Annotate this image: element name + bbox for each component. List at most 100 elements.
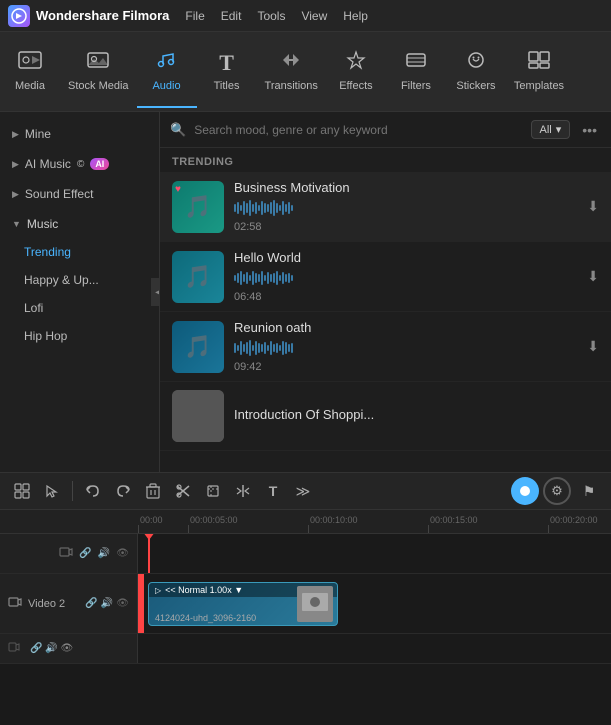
toolbar-media[interactable]: Media [0,36,60,108]
toolbar-divider-1 [72,481,73,501]
search-bar: 🔍 All ▾ ••• [160,112,611,148]
music-item-reunion-oath[interactable]: 🎵 Reunion oath 09:42 ⬇ [160,312,611,382]
timeline-ruler: 00:00 00:00:05:00 00:00:10:00 00:00:15:0… [0,510,611,534]
menu-help[interactable]: Help [343,9,368,23]
filter-chevron-icon: ▾ [556,123,562,136]
timeline-flag-button[interactable]: ⚑ [575,477,603,505]
mine-label: Mine [25,127,51,141]
crop-button[interactable] [199,477,227,505]
undo-button[interactable] [79,477,107,505]
sound-icon-empty[interactable]: 🔊 [98,548,110,559]
toolbar-stickers[interactable]: Stickers [446,36,506,108]
music-waveform-3 [234,339,577,357]
search-input[interactable] [194,123,522,137]
menu-view[interactable]: View [301,9,327,23]
toolbar-templates-label: Templates [514,80,564,92]
eye-icon-empty[interactable]: 👁 [116,548,129,559]
music-title-4: Introduction Of Shoppi... [234,407,599,422]
toolbar-effects[interactable]: Effects [326,36,386,108]
track-content-empty-2 [138,634,611,663]
sidebar-item-music[interactable]: ▼ Music [0,210,159,238]
sound-v3[interactable]: 🔊 [45,643,57,654]
note-icon-2: 🎵 [184,264,211,290]
sidebar-item-trending[interactable]: Trending [0,238,159,266]
top-menubar: Wondershare Filmora File Edit Tools View… [0,0,611,32]
toolbar-transitions-label: Transitions [265,80,318,92]
cut-button[interactable] [169,477,197,505]
toolbar-filters[interactable]: Filters [386,36,446,108]
sidebar-item-lofi[interactable]: Lofi [0,294,159,322]
scene-detect-button[interactable] [8,477,36,505]
music-info-4: Introduction Of Shoppi... [234,407,599,426]
music-info-2: Hello World 06:48 [234,250,577,303]
sidebar-item-mine[interactable]: ▶ Mine [0,120,159,148]
redo-button[interactable] [109,477,137,505]
ruler-label-3: 00:00:15:00 [428,515,478,525]
toolbar-titles[interactable]: T Titles [197,36,257,108]
toolbar-templates[interactable]: Templates [506,36,572,108]
select-tool-button[interactable] [38,477,66,505]
clip-thumbnail [297,586,333,622]
search-more-button[interactable]: ••• [578,122,601,138]
ai-music-arrow: ▶ [12,159,19,170]
menu-tools[interactable]: Tools [257,9,285,23]
main-content: ▶ Mine ▶ AI Music © AI ▶ Sound Effect ▼ … [0,112,611,472]
music-thumb-2: 🎵 [172,251,224,303]
sidebar-collapse-button[interactable]: ◀ [151,278,160,306]
music-duration-2: 06:48 [234,291,577,303]
link-icon-empty[interactable]: 🔗 [79,548,91,559]
track-header-video2: Video 2 🔗 🔊 👁 [0,574,138,633]
download-icon-3[interactable]: ⬇ [587,338,599,355]
music-list: ♥ 🎵 Business Motivation 02:58 ⬇ 🎵 [160,172,611,472]
music-submenu: Trending Happy & Up... Lofi Hip Hop [0,238,159,350]
music-title-3: Reunion oath [234,320,577,335]
video2-track-controls: 🔗 🔊 👁 [85,598,129,609]
download-icon-2[interactable]: ⬇ [587,268,599,285]
sidebar-section-ai-music: ▶ AI Music © AI [0,150,159,178]
eye-v3[interactable]: 👁 [60,643,73,654]
menu-edit[interactable]: Edit [221,9,242,23]
search-filter-dropdown[interactable]: All ▾ [531,120,571,139]
toolbar-media-label: Media [15,80,45,92]
media-icon [18,50,42,76]
delete-button[interactable] [139,477,167,505]
download-icon-1[interactable]: ⬇ [587,198,599,215]
music-title-1: Business Motivation [234,180,577,195]
ruler-mark-0: 00:00 [138,515,148,533]
link-icon-v2[interactable]: 🔗 [85,598,97,609]
link-v3[interactable]: 🔗 [30,643,42,654]
toolbar: Media Stock Media Audio T Titles Transit… [0,32,611,112]
sidebar-item-ai-music[interactable]: ▶ AI Music © AI [0,150,159,178]
sidebar-section-mine: ▶ Mine [0,120,159,148]
sidebar-item-happy-up[interactable]: Happy & Up... [0,266,159,294]
ai-music-icon: © [77,159,84,170]
toolbar-stock-media[interactable]: Stock Media [60,36,137,108]
filters-icon [404,50,428,76]
track-row-empty-1: 🔗 🔊 👁 [0,534,611,574]
music-item-intro-shopping[interactable]: Introduction Of Shoppi... [160,382,611,451]
sidebar-item-hip-hop[interactable]: Hip Hop [0,322,159,350]
track-icon-video2-controls [59,545,73,562]
sidebar-item-sound-effect[interactable]: ▶ Sound Effect [0,180,159,208]
menu-file[interactable]: File [185,9,204,23]
toolbar-transitions[interactable]: Transitions [257,36,326,108]
ruler-marks: 00:00 00:00:05:00 00:00:10:00 00:00:15:0… [138,510,611,533]
video2-track-icon [8,595,22,612]
more-tools-button[interactable]: ≫ [289,477,317,505]
toolbar-audio[interactable]: Audio [137,36,197,108]
search-icon: 🔍 [170,122,186,138]
timeline-right-controls: ⚙ ⚑ [511,477,603,505]
music-item-hello-world[interactable]: 🎵 Hello World 06:48 ⬇ [160,242,611,312]
music-item-business-motivation[interactable]: ♥ 🎵 Business Motivation 02:58 ⬇ [160,172,611,242]
text-button[interactable]: T [259,477,287,505]
video-clip-1[interactable]: ▷ << Normal 1.00x ▼ 4124024-uhd_3096-216… [148,582,338,626]
track-row-video2: Video 2 🔗 🔊 👁 ▷ << Normal 1.00x ▼ 412402… [0,574,611,634]
ruler-tick-2 [308,525,309,533]
eye-icon-v2[interactable]: 👁 [116,598,129,609]
split-audio-button[interactable] [229,477,257,505]
ruler-mark-1: 00:00:05:00 [188,515,308,533]
sound-icon-v2[interactable]: 🔊 [101,598,113,609]
playhead-indicator[interactable] [511,477,539,505]
music-waveform-1 [234,199,577,217]
timeline-settings-button[interactable]: ⚙ [543,477,571,505]
